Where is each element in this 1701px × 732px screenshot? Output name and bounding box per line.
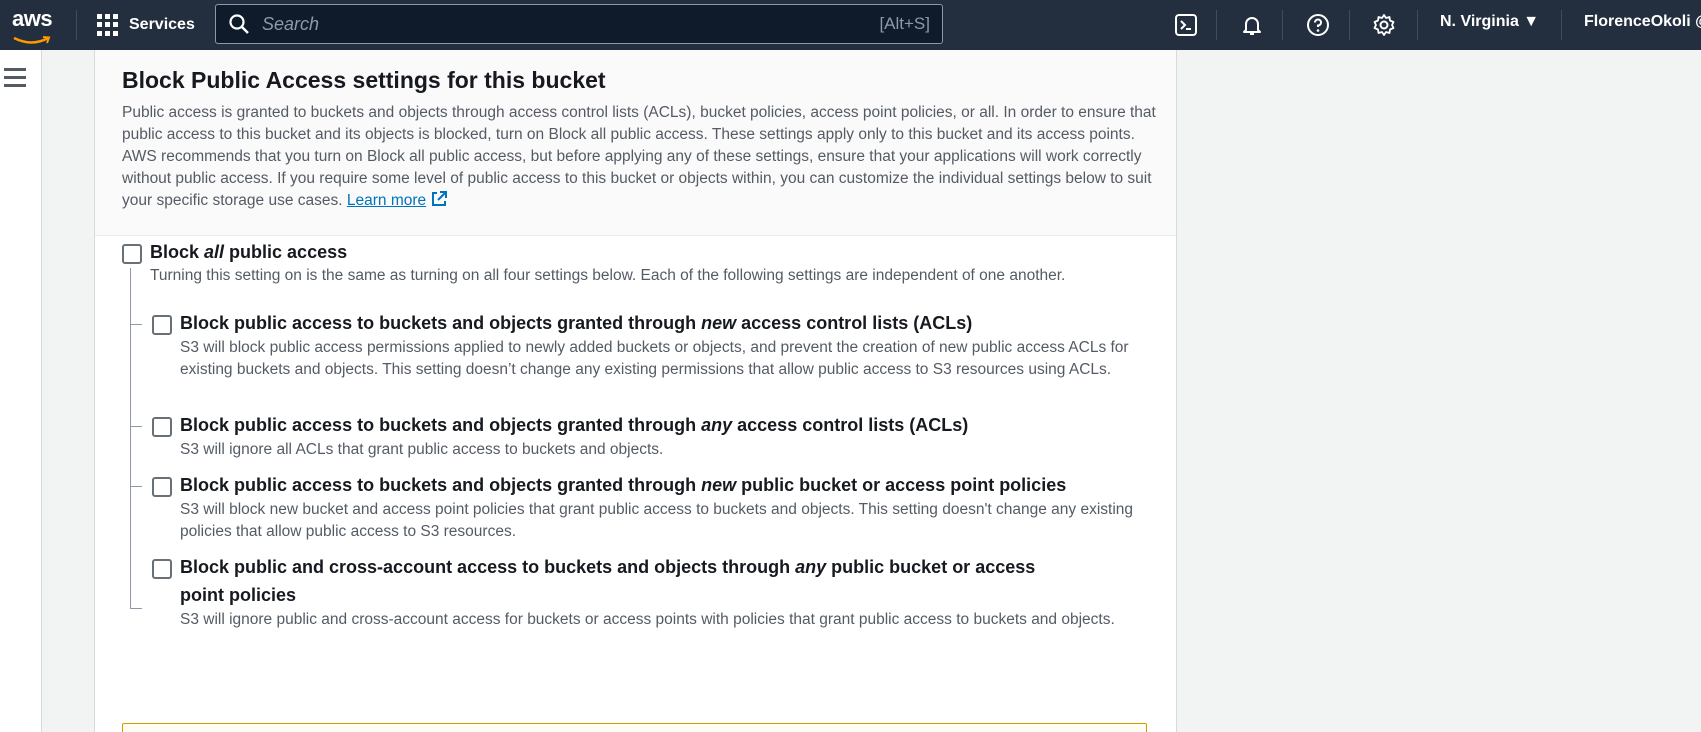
region-selector[interactable]: N. Virginia ▼ xyxy=(1440,13,1539,31)
external-link-icon xyxy=(432,191,448,206)
title-part: Block public access to buckets and objec… xyxy=(180,313,702,333)
nav-divider xyxy=(76,10,77,40)
title-emphasis: new xyxy=(701,313,737,333)
tree-connector xyxy=(130,268,131,609)
warning-alert xyxy=(122,723,1147,732)
title-part: public access xyxy=(224,242,348,262)
tree-connector xyxy=(130,608,142,609)
top-navigation-bar: aws Services [Alt+S] xyxy=(0,0,1701,50)
title-emphasis: any xyxy=(701,415,733,435)
tree-connector xyxy=(130,324,142,325)
search-icon xyxy=(229,14,249,34)
title-emphasis: all xyxy=(204,242,225,262)
title-part: Block public access to buckets and objec… xyxy=(180,475,702,495)
help-icon[interactable] xyxy=(1304,11,1332,39)
title-part: public bucket or access point policies xyxy=(736,475,1067,495)
aws-logo-text: aws xyxy=(12,6,53,31)
block-any-acls-checkbox[interactable] xyxy=(152,417,172,437)
panel-title: Block Public Access settings for this bu… xyxy=(122,67,606,93)
block-cross-account-policies-description: S3 will ignore public and cross-account … xyxy=(180,611,1115,628)
nav-divider xyxy=(1282,10,1283,40)
block-new-acls-title: Block public access to buckets and objec… xyxy=(180,309,1140,337)
panel-header: Block Public Access settings for this bu… xyxy=(95,50,1176,236)
learn-more-link[interactable]: Learn more xyxy=(346,191,448,209)
aws-smile-icon xyxy=(13,36,51,44)
title-part: access control lists (ACLs) xyxy=(732,415,969,435)
title-emphasis: new xyxy=(701,475,737,495)
block-all-public-access-checkbox[interactable] xyxy=(122,244,142,264)
grid-icon xyxy=(97,14,119,36)
block-any-acls-title: Block public access to buckets and objec… xyxy=(180,411,1140,439)
tree-connector xyxy=(130,486,142,487)
nav-divider xyxy=(1417,10,1418,40)
panel-description: Public access is granted to buckets and … xyxy=(122,102,1162,212)
block-cross-account-policies-checkbox[interactable] xyxy=(152,559,172,579)
title-emphasis: any xyxy=(795,557,827,577)
search-input[interactable] xyxy=(250,5,880,43)
aws-logo[interactable]: aws xyxy=(12,6,56,44)
side-navigation-rail xyxy=(0,50,42,732)
title-part: Block public and cross-account access to… xyxy=(180,557,796,577)
block-new-policies-title: Block public access to buckets and objec… xyxy=(180,471,1140,499)
gear-icon[interactable] xyxy=(1370,11,1398,39)
block-new-acls-checkbox[interactable] xyxy=(152,315,172,335)
nav-divider xyxy=(1216,10,1217,40)
search-bar[interactable]: [Alt+S] xyxy=(215,4,943,44)
tree-connector xyxy=(130,426,142,427)
services-menu-button[interactable]: Services xyxy=(97,12,195,38)
block-any-acls-description: S3 will ignore all ACLs that grant publi… xyxy=(180,441,664,458)
account-menu[interactable]: FlorenceOkoli @ xyxy=(1584,13,1701,31)
block-all-public-access-title: Block all public access xyxy=(150,238,347,266)
title-part: Block xyxy=(150,242,205,262)
nav-divider xyxy=(1349,10,1350,40)
block-all-public-access-description: Turning this setting on is the same as t… xyxy=(150,267,1066,284)
bell-icon[interactable] xyxy=(1238,11,1266,39)
block-new-policies-checkbox[interactable] xyxy=(152,477,172,497)
services-label: Services xyxy=(129,16,195,33)
nav-divider xyxy=(1561,10,1562,40)
block-cross-account-policies-title: Block public and cross-account access to… xyxy=(180,553,1080,609)
title-part: access control lists (ACLs) xyxy=(736,313,973,333)
title-part: Block public access to buckets and objec… xyxy=(180,415,702,435)
block-new-policies-description: S3 will block new bucket and access poin… xyxy=(180,501,1134,540)
block-public-access-panel: Block Public Access settings for this bu… xyxy=(94,50,1177,732)
panel-description-text: Public access is granted to buckets and … xyxy=(122,104,1156,209)
search-shortcut-hint: [Alt+S] xyxy=(879,14,930,33)
block-new-acls-description: S3 will block public access permissions … xyxy=(180,339,1129,378)
learn-more-label: Learn more xyxy=(346,192,427,209)
cloudshell-icon[interactable] xyxy=(1172,11,1200,39)
hamburger-icon[interactable] xyxy=(4,68,26,88)
